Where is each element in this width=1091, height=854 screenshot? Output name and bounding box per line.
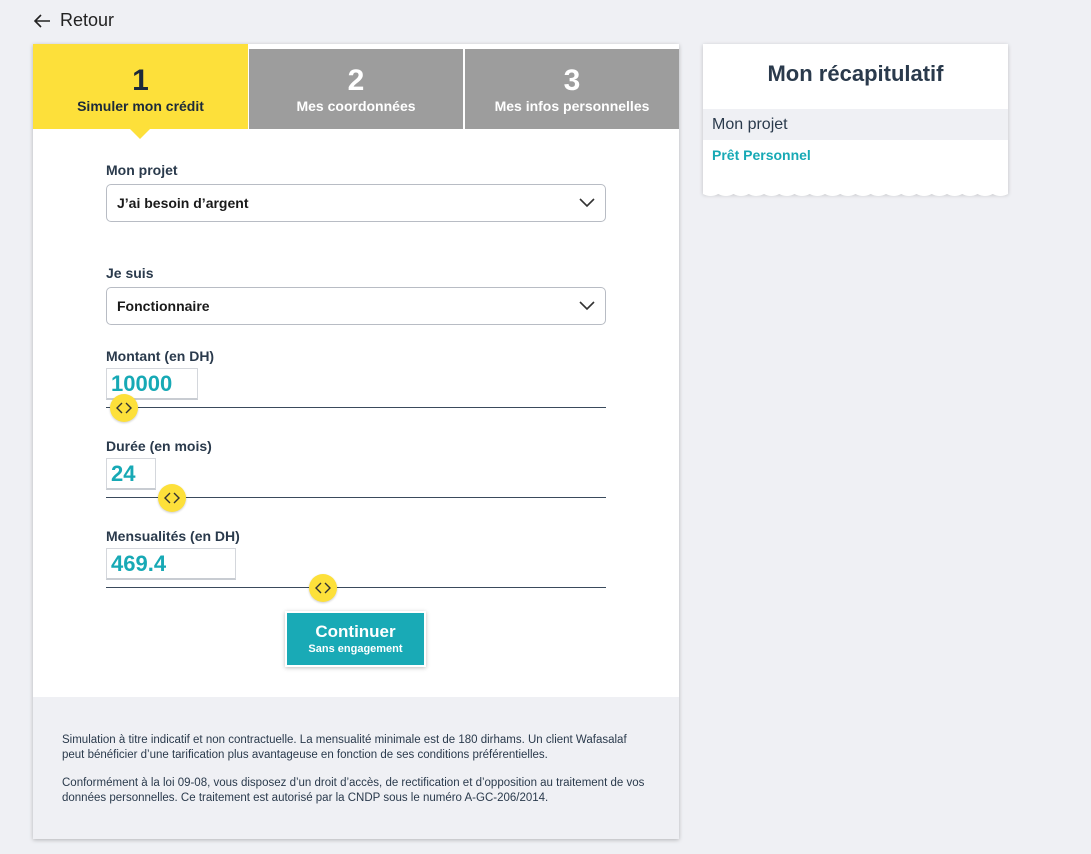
montant-slider-track [106, 407, 606, 408]
projet-label: Mon projet [106, 162, 178, 178]
profil-label: Je suis [106, 265, 154, 281]
projet-value: J’ai besoin d’argent [117, 195, 249, 211]
arrows-left-right-icon [315, 582, 331, 594]
projet-select[interactable]: J’ai besoin d’argent [106, 184, 606, 222]
montant-slider[interactable] [106, 394, 606, 422]
arrows-left-right-icon [164, 492, 180, 504]
montant-slider-handle[interactable] [110, 394, 138, 422]
mensualites-slider[interactable] [106, 574, 606, 602]
step-3-number: 3 [563, 64, 581, 97]
step-2-tab[interactable]: 2 Mes coordonnées [249, 49, 463, 129]
continue-button-subtitle: Sans engagement [308, 643, 403, 655]
mensualites-label: Mensualités (en DH) [106, 528, 240, 544]
mensualites-slider-track [106, 587, 606, 588]
recap-project-value: Prêt Personnel [712, 147, 811, 163]
arrows-left-right-icon [116, 402, 132, 414]
montant-label: Montant (en DH) [106, 348, 215, 364]
mensualites-slider-handle[interactable] [309, 574, 337, 602]
simulation-form: Mon projet J’ai besoin d’argent Je suis … [106, 162, 606, 602]
chevron-down-icon [579, 198, 595, 208]
step-1-tab[interactable]: 1 Simuler mon crédit [33, 44, 248, 139]
profil-select[interactable]: Fonctionnaire [106, 287, 606, 325]
mensualites-input[interactable]: 469.4 [106, 548, 236, 580]
step-1-number: 1 [132, 64, 149, 97]
zigzag-edge [703, 190, 1008, 196]
recap-panel: Mon récapitulatif Mon projet Prêt Person… [703, 44, 1008, 196]
simulation-card: 1 Simuler mon crédit 2 Mes coordonnées 3… [33, 44, 679, 839]
step-2-label: Mes coordonnées [296, 98, 416, 114]
step-3-tab[interactable]: 3 Mes infos personnelles [465, 49, 679, 129]
disclaimer-text: Simulation à titre indicatif et non cont… [62, 734, 627, 761]
duree-label: Durée (en mois) [106, 438, 212, 454]
chevron-down-icon [579, 301, 595, 311]
recap-section-header: Mon projet [703, 109, 1008, 140]
stepper: 1 Simuler mon crédit 2 Mes coordonnées 3… [33, 44, 679, 139]
duree-slider-handle[interactable] [158, 484, 186, 512]
back-label: Retour [60, 10, 115, 30]
step-1-label: Simuler mon crédit [77, 98, 204, 114]
legal-footer: Simulation à titre indicatif et non cont… [33, 697, 679, 839]
profil-value: Fonctionnaire [117, 298, 210, 314]
back-link[interactable]: Retour [32, 10, 114, 31]
privacy-text: Conformément à la loi 09-08, vous dispos… [62, 777, 645, 804]
continue-button[interactable]: Continuer Sans engagement [285, 611, 426, 667]
duree-input[interactable]: 24 [106, 458, 156, 490]
recap-title: Mon récapitulatif [767, 61, 944, 86]
step-3-label: Mes infos personnelles [494, 98, 650, 114]
arrow-left-icon [33, 13, 50, 28]
duree-slider[interactable] [106, 484, 606, 512]
continue-button-title: Continuer [315, 622, 396, 641]
step-2-number: 2 [347, 64, 365, 97]
